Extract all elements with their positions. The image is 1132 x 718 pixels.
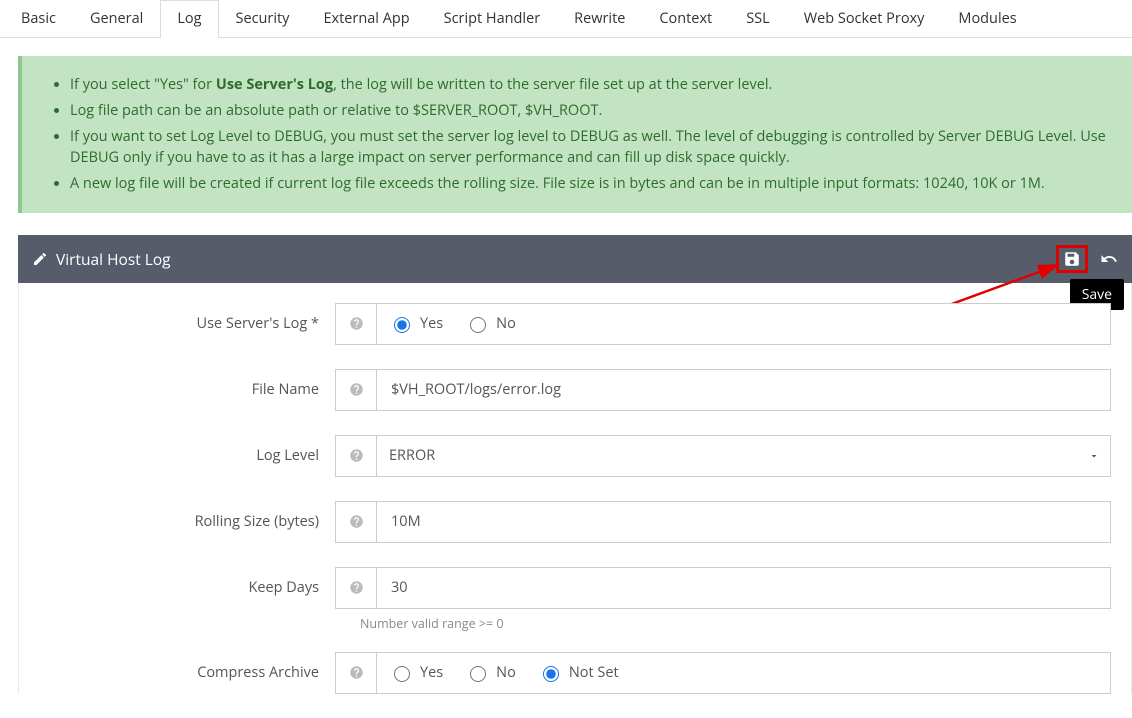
panel-header: Virtual Host Log Save xyxy=(18,235,1132,283)
keep-days-hint: Number valid range >= 0 xyxy=(360,615,1111,632)
tab-web-socket-proxy[interactable]: Web Socket Proxy xyxy=(787,0,942,38)
radio-compress-notset[interactable]: Not Set xyxy=(538,663,619,682)
info-bullet-1: If you select "Yes" for Use Server's Log… xyxy=(70,74,1108,96)
help-icon[interactable] xyxy=(335,435,376,477)
label-keep-days: Keep Days xyxy=(19,578,335,597)
radio-compress-yes[interactable]: Yes xyxy=(389,663,443,682)
log-level-select[interactable]: ERROR xyxy=(389,446,1098,465)
tab-log[interactable]: Log xyxy=(160,0,218,38)
label-log-level: Log Level xyxy=(19,446,335,465)
tab-ssl[interactable]: SSL xyxy=(729,0,786,38)
rolling-size-input[interactable] xyxy=(389,511,1098,532)
file-name-input[interactable] xyxy=(389,379,1098,400)
tab-external-app[interactable]: External App xyxy=(306,0,426,38)
radio-group-compress-archive: Yes No Not Set xyxy=(389,663,619,682)
radio-group-use-server-log: Yes No xyxy=(389,314,516,333)
tab-general[interactable]: General xyxy=(73,0,160,38)
tab-context[interactable]: Context xyxy=(642,0,729,38)
tab-security[interactable]: Security xyxy=(219,0,307,38)
radio-use-server-log-no[interactable]: No xyxy=(465,314,516,333)
info-bullet-4: A new log file will be created if curren… xyxy=(70,173,1108,195)
panel-title: Virtual Host Log xyxy=(56,248,171,270)
info-panel: If you select "Yes" for Use Server's Log… xyxy=(18,56,1132,213)
undo-button[interactable] xyxy=(1100,250,1118,268)
label-file-name: File Name xyxy=(19,380,335,399)
help-icon[interactable] xyxy=(335,652,376,694)
tab-script-handler[interactable]: Script Handler xyxy=(427,0,558,38)
edit-icon xyxy=(32,251,48,267)
label-compress-archive: Compress Archive xyxy=(19,663,335,682)
radio-use-server-log-yes[interactable]: Yes xyxy=(389,314,443,333)
help-icon[interactable] xyxy=(335,501,376,543)
tab-modules[interactable]: Modules xyxy=(941,0,1033,38)
vhost-log-form: Use Server's Log * Yes No File Name xyxy=(18,283,1132,694)
help-icon[interactable] xyxy=(335,567,376,609)
tab-rewrite[interactable]: Rewrite xyxy=(557,0,642,38)
label-rolling-size: Rolling Size (bytes) xyxy=(19,512,335,531)
info-bullet-3: If you want to set Log Level to DEBUG, y… xyxy=(70,126,1108,170)
info-bullet-2: Log file path can be an absolute path or… xyxy=(70,100,1108,122)
radio-compress-no[interactable]: No xyxy=(465,663,516,682)
help-icon[interactable] xyxy=(335,303,376,345)
save-icon xyxy=(1063,250,1081,268)
label-use-server-log: Use Server's Log * xyxy=(19,314,335,333)
tab-basic[interactable]: Basic xyxy=(4,0,73,38)
keep-days-input[interactable] xyxy=(389,577,1098,598)
config-tabs: Basic General Log Security External App … xyxy=(0,0,1132,38)
save-button[interactable] xyxy=(1056,245,1088,273)
help-icon[interactable] xyxy=(335,369,376,411)
